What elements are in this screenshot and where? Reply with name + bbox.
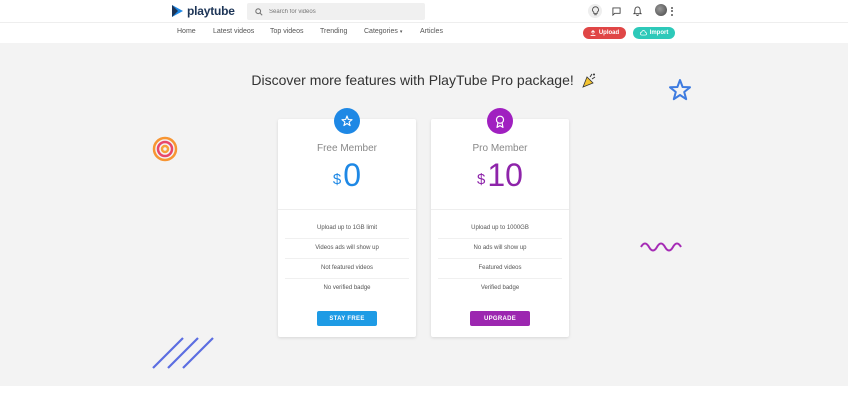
plan-currency: $ <box>477 171 486 188</box>
nav-home[interactable]: Home <box>177 28 196 35</box>
bell-icon[interactable] <box>630 4 644 18</box>
plan-feature: Videos ads will show up <box>285 238 409 259</box>
star-badge-icon <box>334 108 360 134</box>
nav-categories[interactable]: Categories ▾ <box>364 28 402 35</box>
award-badge-icon <box>487 108 513 134</box>
plan-feature: Featured videos <box>438 258 562 279</box>
upload-label: Upload <box>598 30 620 36</box>
import-button[interactable]: Import <box>633 27 675 39</box>
logo[interactable]: playtube <box>170 3 235 19</box>
page-title-text: Discover more features with PlayTube Pro… <box>251 72 574 88</box>
plan-feature: Upload up to 1GB limit <box>285 218 409 239</box>
plan-title: Pro Member <box>472 143 528 154</box>
plan-feature: Verified badge <box>480 285 520 291</box>
plan-price-value: 10 <box>487 157 523 193</box>
search-input[interactable] <box>267 7 421 16</box>
spiral-icon <box>152 136 178 162</box>
nav-top-videos[interactable]: Top videos <box>270 28 303 35</box>
divider <box>431 209 569 210</box>
party-popper-icon <box>581 73 595 89</box>
import-label: Import <box>649 30 669 36</box>
top-bar: playtube <box>0 0 848 22</box>
plan-price-value: 0 <box>343 157 362 193</box>
plan-price: $10 <box>431 155 569 195</box>
star-outline-icon <box>669 79 691 101</box>
plan-feature: Upload up to 1000GB <box>438 218 562 239</box>
logo-text: playtube <box>187 4 235 18</box>
plan-title: Free Member <box>316 143 377 154</box>
avatar[interactable] <box>655 4 667 16</box>
message-icon[interactable] <box>609 4 623 18</box>
nav-latest-videos[interactable]: Latest videos <box>213 28 254 35</box>
search-bar[interactable] <box>247 3 425 20</box>
plan-feature: No ads will show up <box>438 238 562 259</box>
lightbulb-icon[interactable] <box>588 4 602 18</box>
nav-trending[interactable]: Trending <box>320 28 347 35</box>
play-logo-icon <box>172 5 183 17</box>
upload-icon <box>590 30 596 36</box>
wave-icon <box>640 242 682 252</box>
search-icon <box>252 5 266 19</box>
caret-down-icon: ▾ <box>399 29 403 35</box>
upgrade-button[interactable]: UPGRADE <box>470 311 530 326</box>
slanted-lines-icon <box>152 337 214 369</box>
pro-plan-card: Pro Member $10 Upload up to 1000GB No ad… <box>431 108 569 337</box>
page-title: Discover more features with PlayTube Pro… <box>0 72 848 89</box>
more-menu-icon[interactable] <box>670 4 674 18</box>
plan-feature: Not featured videos <box>285 258 409 279</box>
cloud-icon <box>639 30 647 36</box>
stay-free-button[interactable]: STAY FREE <box>317 311 377 326</box>
pricing-section: Discover more features with PlayTube Pro… <box>0 43 848 386</box>
nav-bar: Home Latest videos Top videos Trending C… <box>0 22 848 44</box>
free-plan-card: Free Member $0 Upload up to 1GB limit Vi… <box>278 108 416 337</box>
upload-button[interactable]: Upload <box>583 27 626 39</box>
nav-categories-label: Categories <box>364 28 398 35</box>
plan-feature: No verified badge <box>323 285 371 291</box>
plan-price: $0 <box>278 155 416 195</box>
nav-articles[interactable]: Articles <box>420 28 443 35</box>
divider <box>278 209 416 210</box>
plan-currency: $ <box>332 171 342 188</box>
